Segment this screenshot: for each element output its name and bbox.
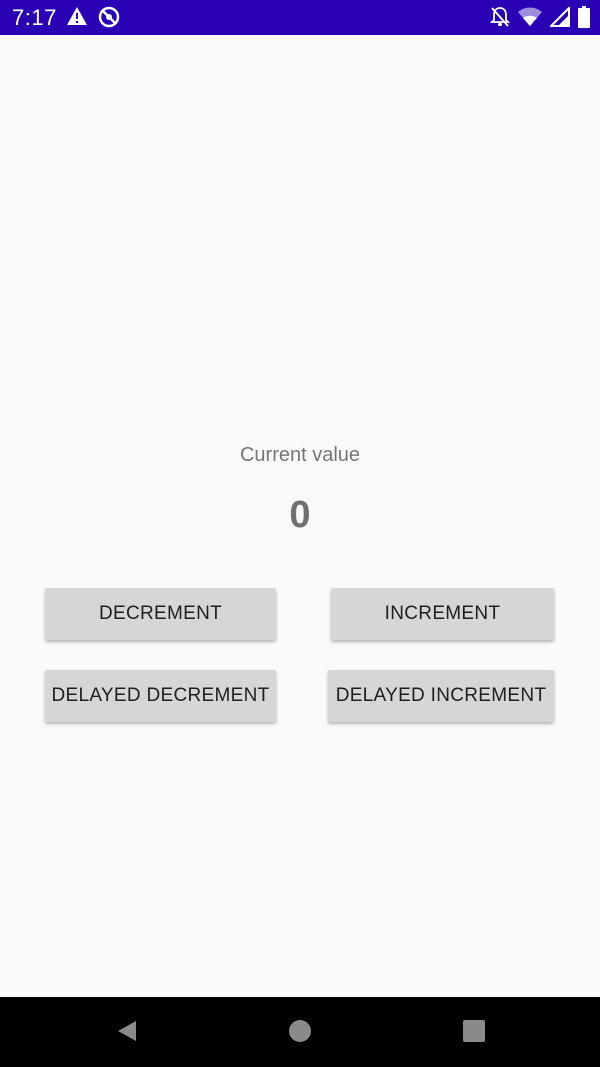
delayed-decrement-button[interactable]: DELAYED DECREMENT bbox=[45, 670, 276, 722]
current-value: 0 bbox=[289, 494, 311, 536]
home-icon[interactable] bbox=[288, 1019, 312, 1048]
status-bar: 7:17 bbox=[0, 0, 600, 35]
back-icon[interactable] bbox=[114, 1019, 138, 1048]
app-screen: 7:17 Current value 0 DECREMENT INCREMENT… bbox=[0, 0, 600, 1067]
decrement-button[interactable]: DECREMENT bbox=[45, 588, 276, 640]
wifi-icon bbox=[518, 7, 542, 27]
status-left-icons bbox=[66, 6, 120, 28]
notifications-off-icon bbox=[490, 6, 510, 28]
status-right-icons bbox=[490, 6, 590, 28]
current-value-label: Current value bbox=[239, 444, 361, 466]
increment-button[interactable]: INCREMENT bbox=[331, 588, 554, 640]
sync-blocked-icon bbox=[98, 6, 120, 28]
navigation-bar bbox=[0, 997, 600, 1067]
status-time: 7:17 bbox=[12, 5, 57, 30]
warning-icon bbox=[66, 6, 88, 28]
delayed-increment-button[interactable]: DELAYED INCREMENT bbox=[328, 670, 554, 722]
battery-icon bbox=[578, 6, 590, 28]
signal-icon bbox=[550, 7, 570, 27]
recents-icon[interactable] bbox=[462, 1019, 486, 1048]
